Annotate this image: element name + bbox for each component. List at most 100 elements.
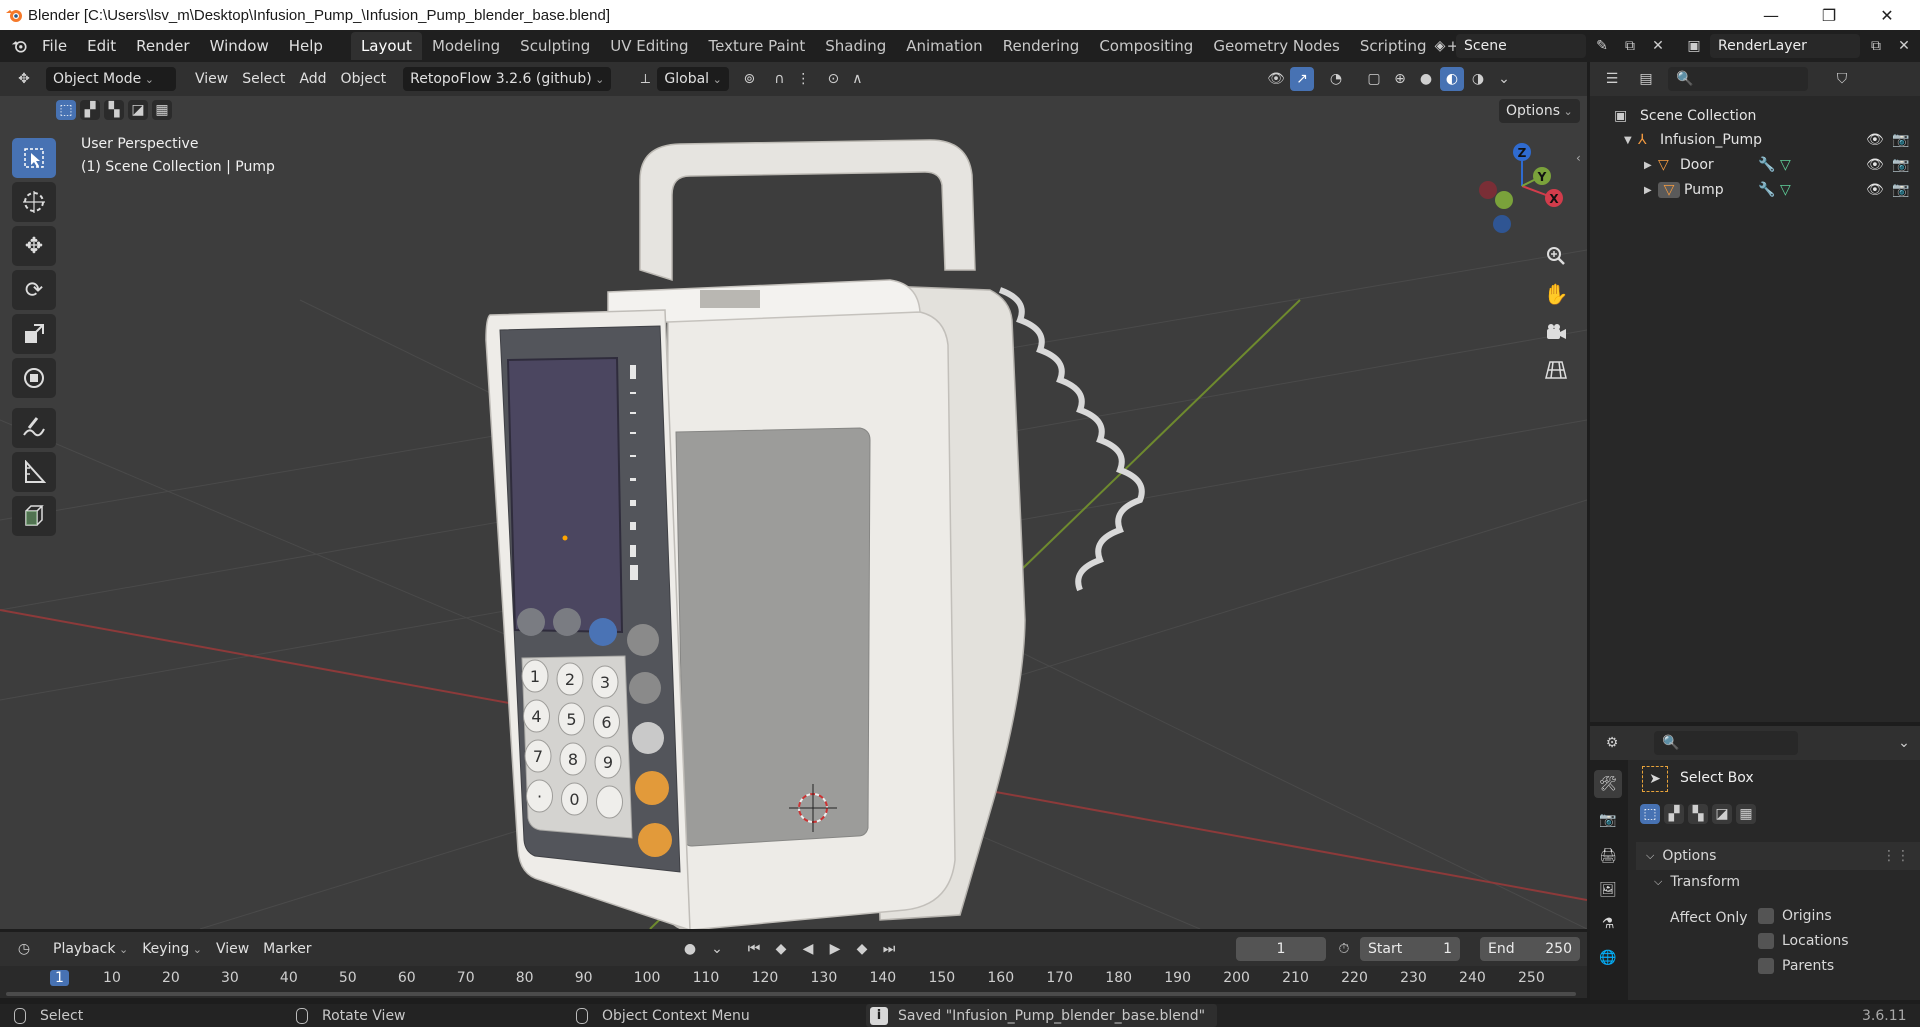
scene-selector[interactable]: Scene <box>1456 34 1586 58</box>
view-layer-tab-icon[interactable]: 🖼 <box>1594 876 1622 904</box>
remove-view-layer-icon[interactable]: ✕ <box>1892 34 1916 58</box>
timeline-scrollbar[interactable] <box>6 992 1576 996</box>
perspective-toggle-icon[interactable] <box>1538 352 1574 388</box>
move-tool[interactable]: ✥ <box>12 226 56 266</box>
select-intersect-icon[interactable]: ▦ <box>152 100 172 120</box>
tool-tab-icon[interactable]: 🛠 <box>1594 770 1622 798</box>
measure-tool[interactable] <box>12 452 56 492</box>
world-tab-icon[interactable]: 🌐 <box>1594 944 1622 972</box>
pivot-icon[interactable]: ⊚ <box>737 67 761 91</box>
snap-icon[interactable]: ∩ <box>767 67 791 91</box>
viewport-menu-add[interactable]: Add <box>292 67 333 91</box>
snap-target-icon[interactable]: ⋮ <box>791 67 815 91</box>
transform-tool[interactable] <box>12 358 56 398</box>
outliner-row-pump[interactable]: ▶ ▽ Pump 🔧 ▽ 👁 📷 <box>1590 178 1920 202</box>
scale-tool[interactable] <box>12 314 56 354</box>
tab-texture-paint[interactable]: Texture Paint <box>698 32 815 60</box>
mesh-data-icon[interactable]: ▽ <box>1780 157 1791 173</box>
tab-modeling[interactable]: Modeling <box>422 32 510 60</box>
play-reverse-icon[interactable]: ◀ <box>796 937 820 961</box>
modifier-wrench-icon[interactable]: 🔧 <box>1758 182 1775 198</box>
tab-layout[interactable]: Layout <box>350 32 422 60</box>
outliner-editor-icon[interactable]: ☰ <box>1600 67 1624 91</box>
tab-uv-editing[interactable]: UV Editing <box>600 32 698 60</box>
rendered-shading-icon[interactable]: ◑ <box>1466 67 1490 91</box>
blender-menu-icon[interactable] <box>8 34 32 58</box>
tab-sculpting[interactable]: Sculpting <box>510 32 600 60</box>
zoom-icon[interactable] <box>1538 238 1574 274</box>
scene-icon[interactable]: ◈ <box>1428 34 1452 58</box>
camera-view-icon[interactable] <box>1538 314 1574 350</box>
jump-key-forward-icon[interactable]: ◆ <box>850 937 874 961</box>
view-layer-selector[interactable]: RenderLayer <box>1710 34 1860 58</box>
tab-scripting[interactable]: Scripting <box>1350 32 1437 60</box>
proportional-edit-icon[interactable]: ⊙ <box>821 67 845 91</box>
minimize-button[interactable]: — <box>1742 0 1800 30</box>
new-scene-icon[interactable]: ⧉ <box>1618 34 1642 58</box>
visibility-eye-icon[interactable]: 👁 <box>1866 157 1884 173</box>
select-invert-icon[interactable]: ◪ <box>1712 804 1732 824</box>
viewport-menu-object[interactable]: Object <box>334 67 394 91</box>
outliner-row-door[interactable]: ▶ ▽ Door 🔧 ▽ 👁 📷 <box>1590 153 1920 177</box>
viewport-menu-view[interactable]: View <box>188 67 235 91</box>
properties-search-input[interactable]: 🔍 <box>1654 731 1798 755</box>
render-camera-icon[interactable]: 📷 <box>1892 157 1909 173</box>
menu-edit[interactable]: Edit <box>77 33 126 59</box>
select-subtract-icon[interactable]: ▚ <box>1688 804 1708 824</box>
menu-help[interactable]: Help <box>279 33 333 59</box>
timeline-menu-keying[interactable]: Keying <box>135 937 209 961</box>
visibility-eye-icon[interactable]: 👁 <box>1866 132 1884 148</box>
rotate-tool[interactable]: ⟳ <box>12 270 56 310</box>
remove-scene-icon[interactable]: ✕ <box>1646 34 1670 58</box>
tab-shading[interactable]: Shading <box>815 32 896 60</box>
3d-viewport[interactable]: 1 2 3 4 5 6 7 8 9 · 0 User Perspective (1) Scene C… <box>0 96 1587 929</box>
tab-animation[interactable]: Animation <box>896 32 992 60</box>
timeline-menu-marker[interactable]: Marker <box>256 937 318 961</box>
select-new-icon[interactable]: ⬚ <box>1640 804 1660 824</box>
jump-end-icon[interactable]: ⏭ <box>877 937 901 961</box>
select-new-icon[interactable]: ⬚ <box>56 100 76 120</box>
annotate-tool[interactable] <box>12 408 56 448</box>
tab-compositing[interactable]: Compositing <box>1089 32 1203 60</box>
restore-button[interactable]: ❐ <box>1800 0 1858 30</box>
timeline-menu-view[interactable]: View <box>209 937 256 961</box>
select-box-tool[interactable] <box>12 138 56 178</box>
transform-orientation-icon[interactable]: ⟂ <box>633 67 657 91</box>
gizmo-toggle-icon[interactable]: ↗ <box>1290 67 1314 91</box>
options-panel-header[interactable]: ⌵ Options ⋮⋮ <box>1636 842 1920 870</box>
expand-arrow-icon[interactable]: ▼ <box>1624 135 1638 146</box>
display-mode-icon[interactable]: ▤ <box>1634 67 1658 91</box>
xray-icon[interactable]: ▢ <box>1362 67 1386 91</box>
select-extend-icon[interactable]: ▞ <box>1664 804 1684 824</box>
play-icon[interactable]: ▶ <box>823 937 847 961</box>
end-frame-field[interactable]: End 250 <box>1480 937 1580 961</box>
new-view-layer-icon[interactable]: ⧉ <box>1864 34 1888 58</box>
orientation-selector[interactable]: Global <box>657 67 730 91</box>
filter-icon[interactable]: ⛉ <box>1830 67 1854 91</box>
cursor-tool[interactable] <box>12 182 56 222</box>
outliner-row-infusion-pump[interactable]: ▼ ⅄ Infusion_Pump 👁 📷 <box>1590 128 1920 152</box>
select-extend-icon[interactable]: ▞ <box>80 100 100 120</box>
retopoflow-menu[interactable]: RetopoFlow 3.2.6 (github) <box>403 67 612 91</box>
timeline-menu-playback[interactable]: Playback <box>46 937 135 961</box>
mesh-data-icon[interactable]: ▽ <box>1780 182 1791 198</box>
start-frame-field[interactable]: Start 1 <box>1360 937 1460 961</box>
expand-arrow-icon[interactable]: ▶ <box>1644 160 1658 171</box>
mode-selector[interactable]: Object Mode <box>46 67 176 91</box>
pin-icon[interactable]: ✎ <box>1590 34 1614 58</box>
add-cube-tool[interactable] <box>12 496 56 536</box>
editor-type-icon[interactable]: ✥ <box>12 67 36 91</box>
timeline-editor-icon[interactable]: ◷ <box>12 937 36 961</box>
render-tab-icon[interactable]: 📷 <box>1594 806 1622 834</box>
close-button[interactable]: ✕ <box>1858 0 1916 30</box>
menu-render[interactable]: Render <box>126 33 199 59</box>
jump-start-icon[interactable]: ⏮ <box>742 937 766 961</box>
view-layer-icon[interactable]: ▣ <box>1682 34 1706 58</box>
tab-geometry-nodes[interactable]: Geometry Nodes <box>1203 32 1350 60</box>
menu-file[interactable]: File <box>32 33 77 59</box>
render-camera-icon[interactable]: 📷 <box>1892 182 1909 198</box>
auto-keying-icon[interactable]: ● <box>678 937 702 961</box>
jump-key-back-icon[interactable]: ◆ <box>769 937 793 961</box>
select-intersect-icon[interactable]: ▦ <box>1736 804 1756 824</box>
solid-shading-icon[interactable]: ● <box>1414 67 1438 91</box>
